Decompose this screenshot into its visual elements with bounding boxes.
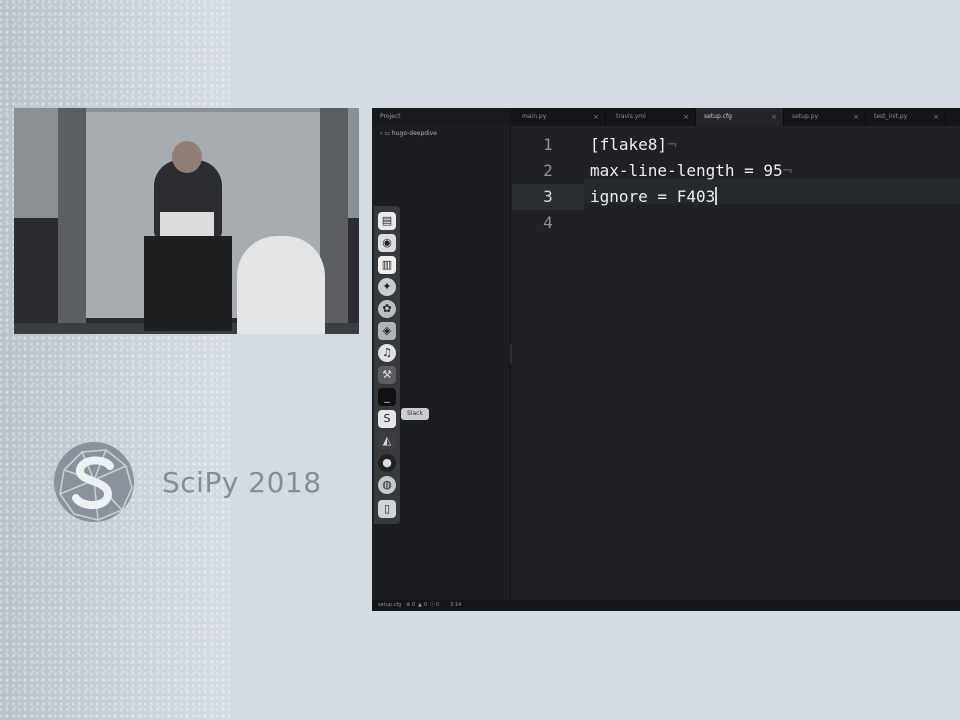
status-info-count[interactable]: 0 (436, 600, 439, 611)
status-cursor-position[interactable]: 3:14 (450, 600, 461, 611)
tab-label: travis.yml (616, 113, 646, 120)
tab-main-py[interactable]: main.py × (514, 108, 606, 126)
line-number-gutter: 1 2 3 4 (512, 126, 584, 600)
code-line[interactable]: [flake8]¬ (590, 132, 677, 158)
close-icon[interactable]: × (593, 108, 599, 126)
preview-icon[interactable]: ◉ (378, 234, 396, 252)
music-icon[interactable]: ♫ (378, 344, 396, 362)
speaker-head (172, 141, 202, 173)
tab-label: setup.py (792, 113, 819, 120)
trash-icon[interactable]: ▯ (378, 500, 396, 518)
terminal-icon[interactable]: _ (378, 388, 396, 406)
notes-icon[interactable]: ▥ (378, 256, 396, 274)
close-icon[interactable]: × (683, 108, 689, 126)
chevron-right-icon[interactable]: › (380, 130, 382, 137)
code-line-active[interactable]: ignore = F403 (590, 184, 718, 210)
app-icon[interactable]: ● (378, 454, 396, 472)
tree-root-label: hugo-deepdive (391, 130, 438, 137)
status-bar: setup.cfg ⊗ 0 ▲ 0 ⓘ 0 3:14 (372, 600, 960, 611)
video-table (237, 236, 325, 334)
line-number: 1 (543, 135, 553, 154)
code-line-text: max-line-length = 95 (590, 161, 783, 180)
video-podium (144, 236, 232, 331)
globe-icon[interactable]: ◍ (378, 476, 396, 494)
code-editor-window: Project main.py × travis.yml × setup.cfg × … (372, 108, 960, 611)
code-text-area[interactable]: [flake8]¬ max-line-length = 95¬ ignore =… (584, 126, 960, 600)
project-panel-title[interactable]: Project (372, 108, 510, 126)
folder-icon: ▭ (384, 130, 390, 137)
text-cursor (715, 187, 718, 205)
close-icon[interactable]: × (771, 108, 777, 126)
speaker-video (14, 108, 359, 334)
activity-monitor-icon[interactable]: ◭ (378, 432, 396, 450)
line-number-active: 3 (512, 184, 584, 210)
status-file-name[interactable]: setup.cfg (378, 600, 401, 611)
dev-tool-icon[interactable]: ⚒ (378, 366, 396, 384)
scipy-logo-icon (54, 442, 134, 522)
app-dock: ▤ ◉ ▥ ✦ ✿ ◈ ♫ ⚒ _ S ◭ ● ◍ ▯ (374, 206, 400, 524)
tab-label: setup.cfg (704, 113, 732, 120)
photos-icon[interactable]: ✿ (378, 300, 396, 318)
line-number: 2 (543, 161, 553, 180)
tree-root-folder[interactable]: › ▭ hugo-deepdive (380, 130, 437, 137)
tab-travis-yml[interactable]: travis.yml × (608, 108, 696, 126)
tab-setup-cfg[interactable]: setup.cfg × (696, 108, 784, 126)
speaker-laptop (160, 212, 214, 238)
tab-bar: Project main.py × travis.yml × setup.cfg × … (372, 108, 960, 126)
finder-icon[interactable]: ▤ (378, 212, 396, 230)
slack-icon[interactable]: S (378, 410, 396, 428)
status-warning-count[interactable]: 0 (424, 600, 427, 611)
code-line-text: ignore = F403 (590, 187, 716, 206)
video-pillar-left (58, 108, 86, 334)
line-number: 4 (543, 213, 553, 232)
tab-setup-py[interactable]: setup.py × (784, 108, 866, 126)
error-icon[interactable]: ⊗ (406, 600, 410, 611)
virtualbox-icon[interactable]: ◈ (378, 322, 396, 340)
eol-marker-icon: ¬ (667, 135, 677, 154)
code-line[interactable]: max-line-length = 95¬ (590, 158, 792, 184)
close-icon[interactable]: × (933, 108, 939, 126)
tab-label: main.py (522, 113, 547, 120)
tab-test-init-py[interactable]: test_init.py × (866, 108, 946, 126)
eol-marker-icon: ¬ (782, 161, 793, 180)
close-icon[interactable]: × (853, 108, 859, 126)
scipy-logo-text: SciPy 2018 (162, 466, 322, 499)
safari-icon[interactable]: ✦ (378, 278, 396, 296)
code-line-text: [flake8] (590, 135, 668, 154)
status-error-count[interactable]: 0 (412, 600, 415, 611)
info-icon[interactable]: ⓘ (430, 600, 435, 611)
tab-label: test_init.py (874, 113, 908, 120)
dock-tooltip: Slack (401, 408, 429, 420)
warning-icon[interactable]: ▲ (418, 600, 422, 611)
